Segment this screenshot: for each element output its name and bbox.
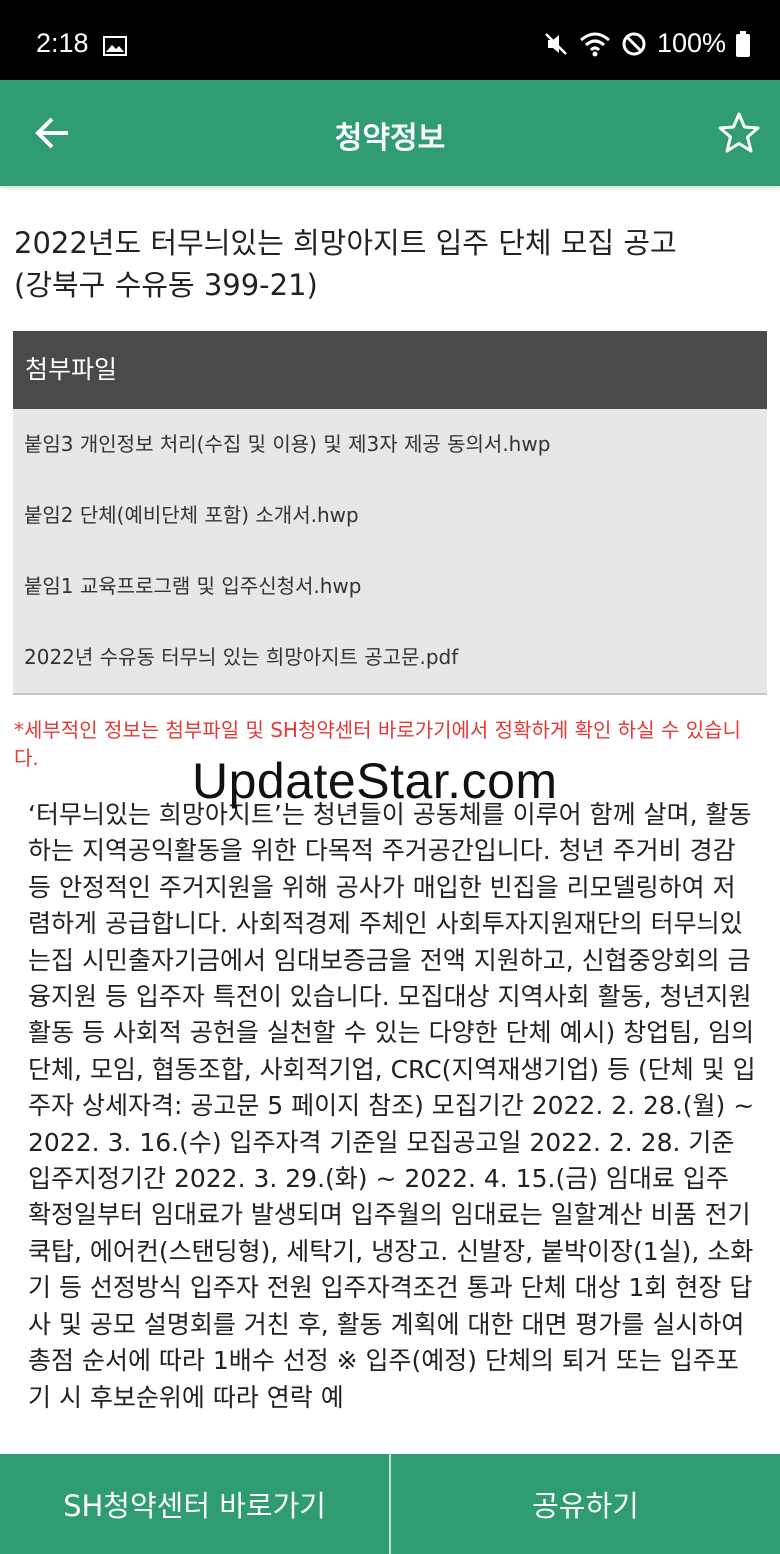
mute-icon [545,32,567,55]
attachments-header: 첨부파일 [13,331,767,409]
battery-percent: 100% [656,28,726,58]
share-button[interactable]: 공유하기 [391,1454,780,1554]
app-bar: 청약정보 [0,80,780,186]
page-title: 청약정보 [334,121,446,156]
wifi-icon [579,32,610,56]
favorite-star-icon[interactable] [714,108,764,158]
watermark: UpdateStar.com [192,753,558,809]
sh-center-link-button[interactable]: SH청약센터 바로가기 [0,1454,389,1554]
attachments-list: 붙임3 개인정보 처리(수집 및 이용) 및 제3자 제공 동의서.hwp 붙임… [13,409,767,693]
attachments-section: 첨부파일 붙임3 개인정보 처리(수집 및 이용) 및 제3자 제공 동의서.h… [13,331,767,695]
image-notification-icon [103,36,127,56]
attachment-item[interactable]: 2022년 수유동 터무늬 있는 희망아지트 공고문.pdf [13,622,767,693]
status-time: 2:18 [36,28,89,58]
notice-title: 2022년도 터무늬있는 희망아지트 입주 단체 모집 공고(강북구 수유동 3… [14,226,677,302]
bottom-action-bar: SH청약센터 바로가기 공유하기 [0,1454,780,1554]
do-not-disturb-icon [622,32,646,55]
battery-icon [736,30,750,57]
attachment-item[interactable]: 붙임3 개인정보 처리(수집 및 이용) 및 제3자 제공 동의서.hwp [13,409,767,480]
attachment-item[interactable]: 붙임2 단체(예비단체 포함) 소개서.hwp [13,480,767,551]
status-bar: 2:18 100% [0,0,780,80]
attachment-item[interactable]: 붙임1 교육프로그램 및 입주신청서.hwp [13,551,767,622]
notice-body: ‘터무늬있는 희망아지트’는 청년들이 공동체를 이루어 함께 살며, 활동하는… [28,800,756,1412]
